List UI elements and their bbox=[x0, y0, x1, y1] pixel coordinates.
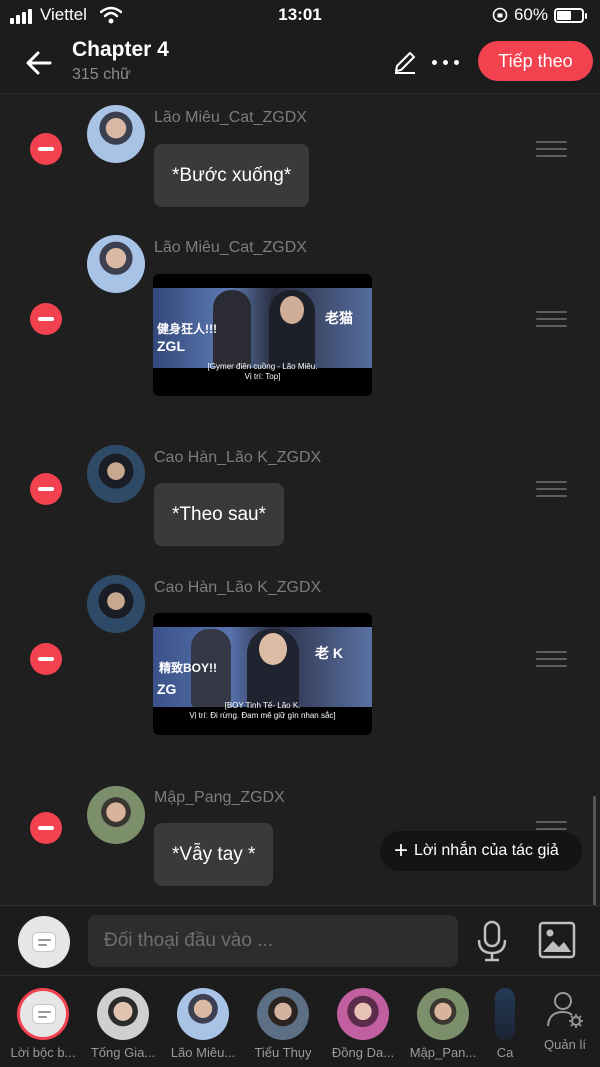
remove-message-button[interactable] bbox=[30, 473, 62, 505]
message-bubble[interactable]: *Bước xuống* bbox=[154, 144, 310, 207]
word-count: 315 chữ bbox=[72, 66, 131, 83]
remove-message-button[interactable] bbox=[30, 303, 62, 335]
pencil-icon[interactable] bbox=[392, 49, 418, 75]
manage-characters-button[interactable]: Quản lí bbox=[538, 990, 592, 1052]
message-image[interactable]: 精致BOY!! ZG 老 K [BOY Tinh Tế- Lão K. Vị t… bbox=[153, 613, 372, 735]
character-label: Đồng Da... bbox=[331, 1045, 395, 1060]
chapter-title: Chapter 4 bbox=[72, 38, 169, 61]
character-label: Tống Gia... bbox=[90, 1045, 156, 1060]
remove-message-button[interactable] bbox=[30, 812, 62, 844]
character-label: Mập_Pan... bbox=[409, 1045, 477, 1060]
user-settings-icon bbox=[547, 992, 583, 1028]
chat-bubble-icon bbox=[32, 1004, 56, 1024]
avatar bbox=[337, 988, 389, 1040]
image-overlay-text: 精致BOY!! bbox=[159, 661, 217, 675]
avatar bbox=[87, 575, 145, 633]
drag-handle[interactable] bbox=[536, 311, 567, 328]
image-overlay-text: 健身狂人!!! bbox=[157, 322, 217, 336]
author-note-label: Lời nhắn của tác giả bbox=[414, 842, 559, 859]
character-name: Mập_Pang_ZGDX bbox=[154, 789, 285, 806]
avatar bbox=[495, 988, 515, 1040]
avatar bbox=[87, 445, 145, 503]
rotation-lock-icon bbox=[492, 7, 508, 23]
image-caption: [BOY Tinh Tế- Lão K. bbox=[224, 701, 301, 710]
avatar bbox=[97, 988, 149, 1040]
battery-percent: 60% bbox=[513, 5, 548, 24]
image-caption: Vị trí: Đi rừng. Đam mê giữ gìn nhan sắc… bbox=[189, 711, 336, 720]
image-caption: [Gymer điên cuồng - Lão Miêu. bbox=[207, 362, 318, 371]
character-label: Lời bộc b... bbox=[10, 1045, 76, 1060]
avatar bbox=[87, 786, 145, 844]
scrollbar[interactable] bbox=[593, 796, 596, 906]
image-logo-text: ZG bbox=[157, 681, 177, 697]
character-item[interactable]: Đồng Da... bbox=[323, 988, 403, 1060]
character-name: Lão Miêu_Cat_ZGDX bbox=[154, 239, 307, 256]
image-upload-icon[interactable] bbox=[538, 921, 576, 959]
back-arrow-icon[interactable] bbox=[22, 46, 56, 80]
microphone-icon[interactable] bbox=[476, 920, 508, 962]
image-caption: Vị trí: Top] bbox=[244, 372, 281, 381]
character-label: Ca bbox=[496, 1045, 514, 1060]
drag-handle[interactable] bbox=[536, 651, 567, 668]
narration-toggle-button[interactable] bbox=[18, 916, 70, 968]
character-item-narrator[interactable]: Lời bộc b... bbox=[3, 988, 83, 1060]
avatar bbox=[177, 988, 229, 1040]
avatar bbox=[257, 988, 309, 1040]
character-bar: Lời bộc b... Tống Gia... Lão Miêu... Tiể… bbox=[0, 975, 600, 1067]
drag-handle[interactable] bbox=[536, 481, 567, 498]
character-label: Lão Miêu... bbox=[170, 1045, 236, 1060]
chapter-header: Chapter 4 315 chữ Tiếp theo bbox=[0, 32, 600, 94]
manage-label: Quản lí bbox=[544, 1037, 586, 1052]
avatar bbox=[87, 235, 145, 293]
character-item[interactable]: Tiểu Thụy bbox=[243, 988, 323, 1060]
author-note-button[interactable]: + Lời nhắn của tác giả bbox=[380, 831, 582, 871]
character-item[interactable]: Mập_Pan... bbox=[403, 988, 483, 1060]
character-name: Lão Miêu_Cat_ZGDX bbox=[154, 109, 307, 126]
plus-icon: + bbox=[394, 837, 409, 864]
chat-bubble-icon bbox=[32, 932, 56, 952]
input-bar bbox=[0, 905, 600, 975]
character-item[interactable]: Lão Miêu... bbox=[163, 988, 243, 1060]
image-corner-text: 老猫 bbox=[325, 310, 353, 326]
message-image[interactable]: 健身狂人!!! ZGL 老猫 [Gymer điên cuồng - Lão M… bbox=[153, 274, 372, 396]
character-item[interactable]: Ca bbox=[483, 988, 527, 1060]
battery-icon bbox=[554, 7, 587, 23]
character-label: Tiểu Thụy bbox=[254, 1045, 312, 1060]
image-corner-text: 老 K bbox=[315, 645, 343, 661]
status-bar: Viettel 13:01 60% bbox=[0, 0, 600, 32]
character-name: Cao Hàn_Lão K_ZGDX bbox=[154, 449, 322, 466]
avatar bbox=[17, 988, 69, 1040]
message-bubble[interactable]: *Vẫy tay * bbox=[154, 823, 274, 886]
more-options-icon[interactable] bbox=[432, 60, 459, 65]
remove-message-button[interactable] bbox=[30, 133, 62, 165]
remove-message-button[interactable] bbox=[30, 643, 62, 675]
character-item[interactable]: Tống Gia... bbox=[83, 988, 163, 1060]
dialogue-input[interactable] bbox=[88, 915, 458, 967]
character-name: Cao Hàn_Lão K_ZGDX bbox=[154, 579, 322, 596]
message-bubble[interactable]: *Theo sau* bbox=[154, 483, 285, 546]
avatar bbox=[87, 105, 145, 163]
next-button[interactable]: Tiếp theo bbox=[478, 41, 593, 81]
drag-handle[interactable] bbox=[536, 141, 567, 158]
image-logo-text: ZGL bbox=[157, 338, 185, 354]
avatar bbox=[417, 988, 469, 1040]
